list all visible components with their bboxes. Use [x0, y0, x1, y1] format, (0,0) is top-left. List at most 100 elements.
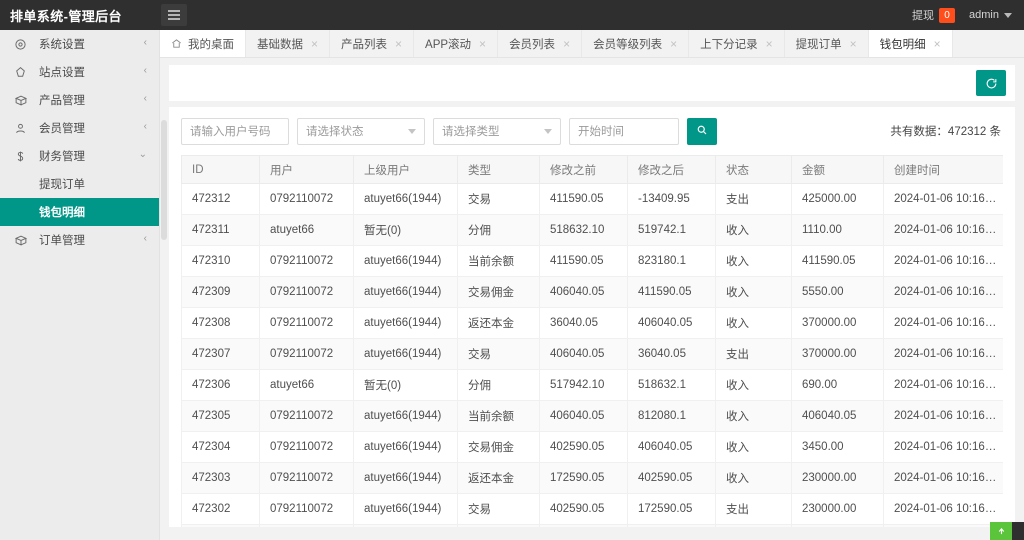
- cell-id: 472303: [182, 463, 260, 494]
- table-row[interactable]: 4723070792110072atuyet66(1944)交易406040.0…: [182, 339, 1004, 370]
- table-row[interactable]: 4723080792110072atuyet66(1944)返还本金36040.…: [182, 308, 1004, 339]
- sidebar-subitem-label: 提现订单: [39, 176, 85, 192]
- cell-after: 402590.05: [628, 463, 716, 494]
- close-icon[interactable]: ×: [563, 38, 570, 50]
- close-icon[interactable]: ×: [395, 38, 402, 50]
- cell-after: 823180.1: [628, 246, 716, 277]
- table-row[interactable]: 4723010792110072atuyet66(1944)后台充值392590…: [182, 525, 1004, 528]
- column-header-amount[interactable]: 金额: [792, 156, 884, 184]
- start-date-input[interactable]: 开始时间: [569, 118, 679, 145]
- column-header-type[interactable]: 类型: [458, 156, 540, 184]
- sidebar-item-product-management[interactable]: 产品管理 ‹: [0, 86, 159, 114]
- header-right-actions: 提现 0 admin: [912, 0, 1024, 30]
- sidebar-subitem-label: 钱包明细: [39, 204, 85, 220]
- sidebar-item-order-management[interactable]: 订单管理 ‹: [0, 226, 159, 254]
- close-icon[interactable]: ×: [670, 38, 677, 50]
- cell-user: 0792110072: [260, 432, 354, 463]
- cell-parent-user: atuyet66(1944): [354, 246, 458, 277]
- column-header-created-at[interactable]: 创建时间: [884, 156, 1004, 184]
- table-row[interactable]: 4723040792110072atuyet66(1944)交易佣金402590…: [182, 432, 1004, 463]
- table-row[interactable]: 472306atuyet66暂无(0)分佣517942.10518632.1收入…: [182, 370, 1004, 401]
- table-scroll-area[interactable]: ID 用户 上级用户 类型 修改之前 修改之后 状态 金额 创建时间 47231…: [181, 155, 1003, 527]
- column-header-parent-user[interactable]: 上级用户: [354, 156, 458, 184]
- cell-status: 收入: [716, 277, 792, 308]
- cell-after: 406040.05: [628, 308, 716, 339]
- arrow-up-icon[interactable]: [990, 522, 1012, 540]
- cell-id: 472306: [182, 370, 260, 401]
- cell-amount: 690.00: [792, 370, 884, 401]
- column-header-id[interactable]: ID: [182, 156, 260, 184]
- dollar-icon: [14, 150, 30, 163]
- close-icon[interactable]: ×: [934, 38, 941, 50]
- cell-user: 0792110072: [260, 308, 354, 339]
- column-header-before[interactable]: 修改之前: [540, 156, 628, 184]
- close-icon[interactable]: ×: [766, 38, 773, 50]
- tab-product-list[interactable]: 产品列表 ×: [330, 30, 414, 57]
- cell-after: 519742.1: [628, 215, 716, 246]
- tab-member-level-list[interactable]: 会员等级列表 ×: [582, 30, 689, 57]
- refresh-button[interactable]: [976, 70, 1006, 96]
- cell-parent-user: atuyet66(1944): [354, 184, 458, 215]
- cell-amount: 406040.05: [792, 401, 884, 432]
- sidebar-item-label: 站点设置: [39, 64, 144, 80]
- table-row[interactable]: 472311atuyet66暂无(0)分佣518632.10519742.1收入…: [182, 215, 1004, 246]
- close-icon[interactable]: ×: [479, 38, 486, 50]
- admin-user-menu[interactable]: admin: [969, 9, 1012, 21]
- tab-bar: 我的桌面 基础数据 × 产品列表 × APP滚动 × 会员列表 × 会员等级列表…: [160, 30, 1024, 58]
- cell-parent-user: atuyet66(1944): [354, 463, 458, 494]
- tab-label: 上下分记录: [700, 36, 758, 52]
- tab-my-desktop[interactable]: 我的桌面: [160, 30, 246, 57]
- refresh-bar: [169, 65, 1015, 101]
- cell-user: 0792110072: [260, 525, 354, 528]
- tab-score-records[interactable]: 上下分记录 ×: [689, 30, 785, 57]
- table-row[interactable]: 4723020792110072atuyet66(1944)交易402590.0…: [182, 494, 1004, 525]
- cell-amount: 370000.00: [792, 339, 884, 370]
- corner-status-widget[interactable]: [990, 522, 1024, 540]
- main-content: 我的桌面 基础数据 × 产品列表 × APP滚动 × 会员列表 × 会员等级列表…: [160, 30, 1024, 540]
- user-number-input[interactable]: 请输入用户号码: [181, 118, 289, 145]
- sidebar-subitem-withdraw-orders[interactable]: 提现订单: [0, 170, 159, 198]
- cell-type: 当前余额: [458, 246, 540, 277]
- close-icon[interactable]: ×: [311, 38, 318, 50]
- cell-user: 0792110072: [260, 494, 354, 525]
- search-button[interactable]: [687, 118, 717, 145]
- tab-wallet-details[interactable]: 钱包明细 ×: [869, 30, 953, 57]
- cell-amount: 370000.00: [792, 308, 884, 339]
- tab-member-list[interactable]: 会员列表 ×: [498, 30, 582, 57]
- sidebar-item-label: 财务管理: [39, 148, 139, 164]
- cell-created-at: 2024-01-06 10:16:31: [884, 215, 1004, 246]
- table-row[interactable]: 4723030792110072atuyet66(1944)返还本金172590…: [182, 463, 1004, 494]
- hamburger-menu-icon[interactable]: [161, 4, 187, 26]
- cell-type: 分佣: [458, 370, 540, 401]
- column-header-status[interactable]: 状态: [716, 156, 792, 184]
- cell-created-at: 2024-01-06 10:16:30: [884, 339, 1004, 370]
- table-row[interactable]: 4723120792110072atuyet66(1944)交易411590.0…: [182, 184, 1004, 215]
- sidebar-item-site-settings[interactable]: 站点设置 ‹: [0, 58, 159, 86]
- column-header-user[interactable]: 用户: [260, 156, 354, 184]
- tab-label: 会员等级列表: [593, 36, 662, 52]
- cell-before: 172590.05: [540, 463, 628, 494]
- cell-amount: 10000.00: [792, 525, 884, 528]
- cell-created-at: 2024-01-06 10:16:23: [884, 463, 1004, 494]
- withdraw-label: 提现: [912, 7, 934, 23]
- tab-withdraw-orders[interactable]: 提现订单 ×: [785, 30, 869, 57]
- withdraw-notice-button[interactable]: 提现 0: [912, 7, 955, 23]
- status-select[interactable]: 请选择状态: [297, 118, 425, 145]
- cell-after: 406040.05: [628, 432, 716, 463]
- cell-after: 402590.05: [628, 525, 716, 528]
- cell-id: 472310: [182, 246, 260, 277]
- tab-basic-data[interactable]: 基础数据 ×: [246, 30, 330, 57]
- close-icon[interactable]: ×: [850, 38, 857, 50]
- sidebar-subitem-wallet-details[interactable]: 钱包明细: [0, 198, 159, 226]
- type-select[interactable]: 请选择类型: [433, 118, 561, 145]
- table-row[interactable]: 4723090792110072atuyet66(1944)交易佣金406040…: [182, 277, 1004, 308]
- sidebar-item-member-management[interactable]: 会员管理 ‹: [0, 114, 159, 142]
- table-row[interactable]: 4723100792110072atuyet66(1944)当前余额411590…: [182, 246, 1004, 277]
- sidebar-item-finance-management[interactable]: 财务管理 ⌄: [0, 142, 159, 170]
- column-header-after[interactable]: 修改之后: [628, 156, 716, 184]
- cell-type: 交易: [458, 494, 540, 525]
- sidebar-item-system-settings[interactable]: 系统设置 ‹: [0, 30, 159, 58]
- tab-app-scroll[interactable]: APP滚动 ×: [414, 30, 498, 57]
- content-scrollbar-thumb[interactable]: [161, 120, 167, 240]
- table-row[interactable]: 4723050792110072atuyet66(1944)当前余额406040…: [182, 401, 1004, 432]
